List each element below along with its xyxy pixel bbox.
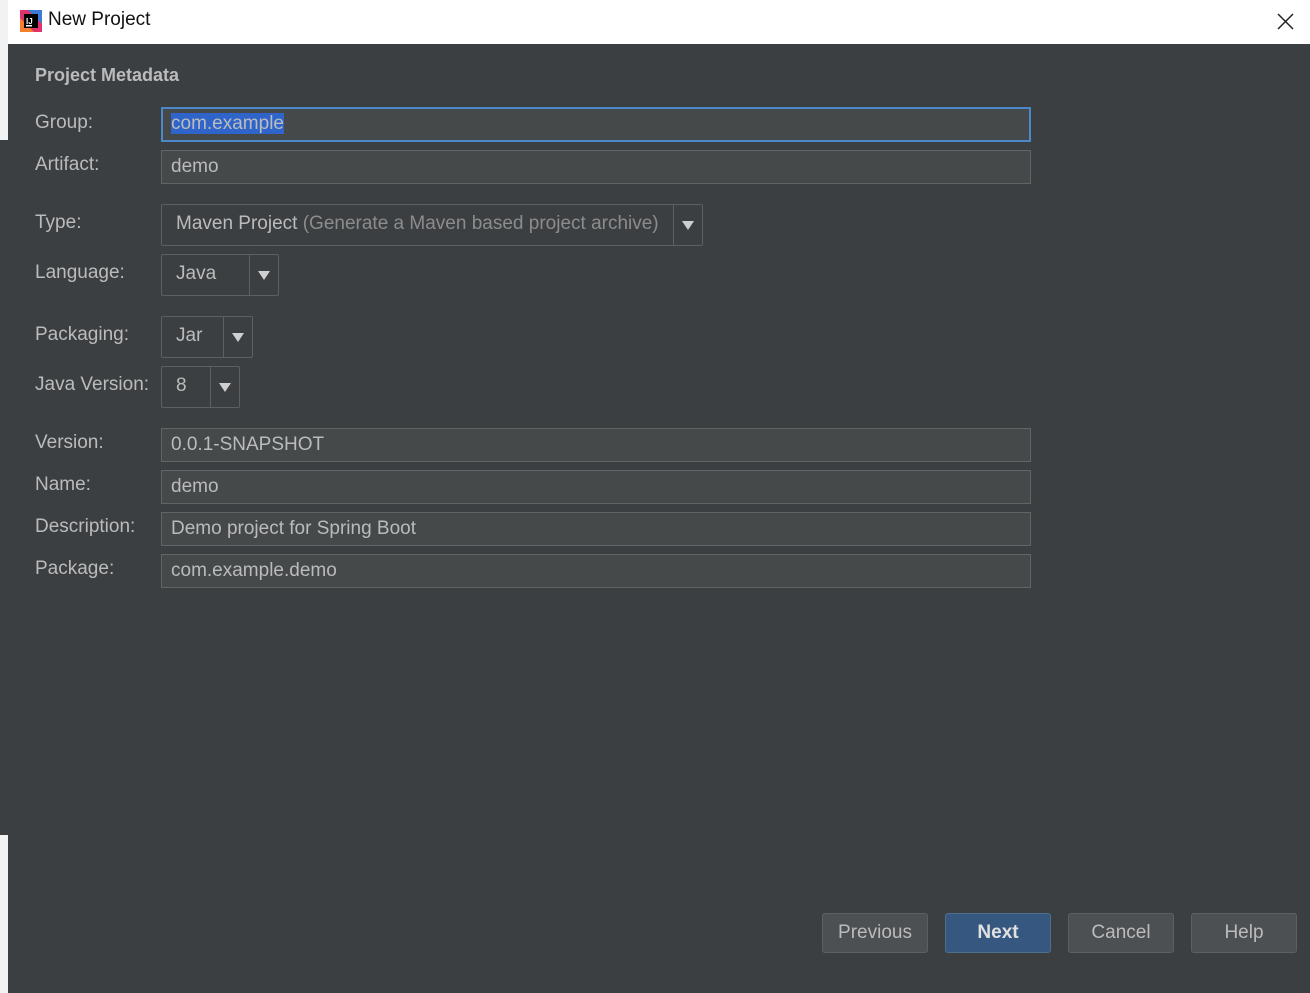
version-input-value: 0.0.1-SNAPSHOT [171, 434, 325, 455]
cancel-button[interactable]: Cancel [1068, 913, 1174, 953]
help-button[interactable]: Help [1191, 913, 1297, 953]
java-version-dropdown[interactable]: 8 [161, 366, 240, 408]
type-dropdown-value: Maven Project [176, 213, 298, 234]
chevron-down-icon [258, 271, 270, 280]
package-label: Package: [35, 558, 115, 579]
window-title: New Project [48, 9, 151, 30]
background-window-dark-area [0, 140, 8, 835]
chevron-down-icon [219, 383, 231, 392]
group-input-value: com.example [171, 113, 284, 134]
description-input[interactable]: Demo project for Spring Boot [161, 512, 1031, 546]
type-dropdown-hint: (Generate a Maven based project archive) [297, 213, 659, 234]
group-label: Group: [35, 112, 94, 133]
version-label: Version: [35, 432, 104, 453]
section-title: Project Metadata [35, 65, 180, 85]
name-input-value: demo [171, 476, 219, 497]
close-icon[interactable] [1270, 8, 1300, 36]
svg-text:IJ: IJ [26, 17, 33, 26]
group-input[interactable]: com.example [161, 107, 1031, 142]
background-window-strip [0, 0, 8, 993]
next-button[interactable]: Next [945, 913, 1051, 953]
type-label: Type: [35, 212, 82, 233]
chevron-down-icon [682, 221, 694, 230]
packaging-dropdown-arrow[interactable] [223, 317, 252, 357]
package-input-value: com.example.demo [171, 560, 337, 581]
language-label: Language: [35, 262, 125, 283]
packaging-dropdown[interactable]: Jar [161, 316, 253, 358]
name-label: Name: [35, 474, 91, 495]
description-input-value: Demo project for Spring Boot [171, 518, 417, 539]
version-input[interactable]: 0.0.1-SNAPSHOT [161, 428, 1031, 462]
packaging-label: Packaging: [35, 324, 130, 345]
packaging-dropdown-value: Jar [176, 325, 203, 346]
language-dropdown-value: Java [176, 263, 217, 284]
java-version-label: Java Version: [35, 374, 150, 395]
dialog-content: Project Metadata Group: com.example Arti… [8, 44, 1310, 993]
language-dropdown-arrow[interactable] [249, 255, 278, 295]
artifact-input[interactable]: demo [161, 150, 1031, 184]
package-input[interactable]: com.example.demo [161, 554, 1031, 588]
name-input[interactable]: demo [161, 470, 1031, 504]
type-dropdown-arrow[interactable] [673, 205, 702, 245]
language-dropdown[interactable]: Java [161, 254, 279, 296]
type-dropdown[interactable]: Maven Project (Generate a Maven based pr… [161, 204, 703, 246]
chevron-down-icon [232, 333, 244, 342]
title-bar: IJ New Project [8, 0, 1310, 44]
intellij-idea-icon: IJ [20, 10, 42, 32]
artifact-label: Artifact: [35, 154, 100, 175]
java-version-dropdown-value: 8 [176, 375, 187, 396]
description-label: Description: [35, 516, 136, 537]
previous-button[interactable]: Previous [822, 913, 928, 953]
artifact-input-value: demo [171, 156, 219, 177]
java-version-dropdown-arrow[interactable] [210, 367, 239, 407]
